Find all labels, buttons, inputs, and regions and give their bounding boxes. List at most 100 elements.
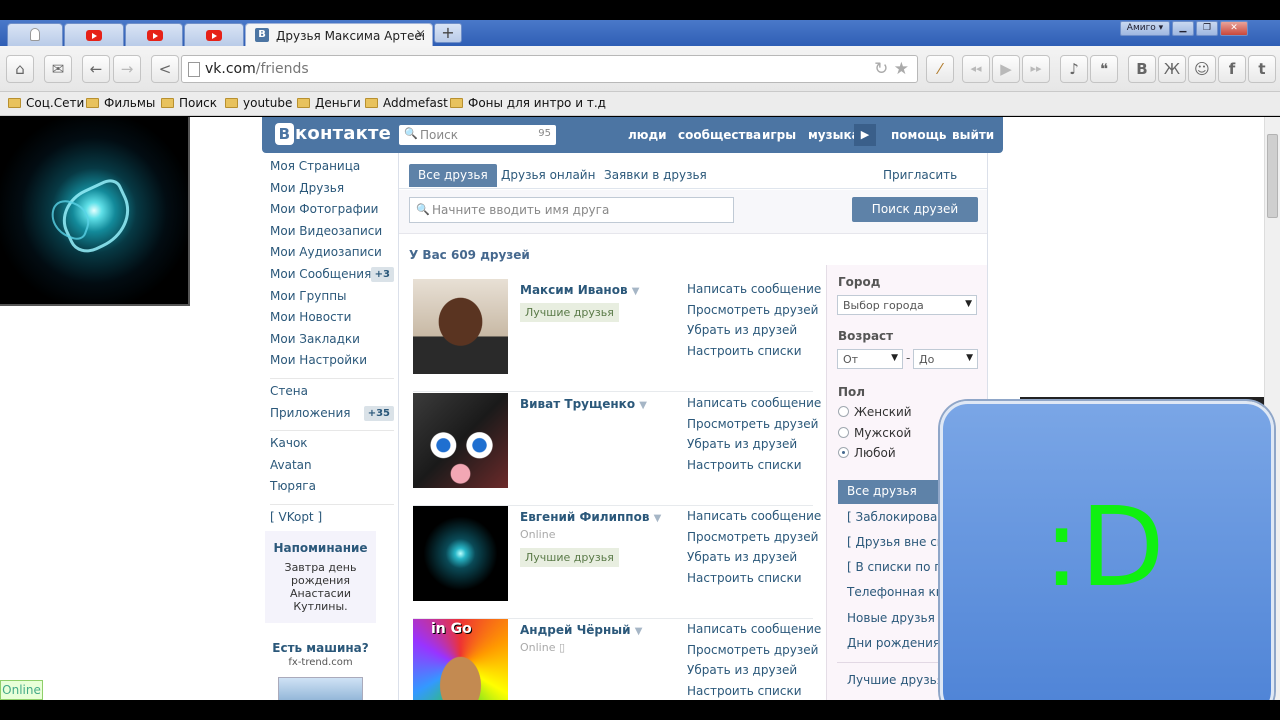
birthday-reminder[interactable]: Напоминание Завтра день рождения Анастас… [265,531,376,623]
tab-ghost[interactable] [7,23,63,46]
share-icon[interactable]: < [151,55,179,83]
menu-apps[interactable]: Приложения +35 [270,405,394,428]
remove-friend-link[interactable]: Убрать из друзей [687,437,821,458]
menu-my-friends[interactable]: Мои Друзья [270,181,394,203]
bookmark-folder[interactable]: Деньги [297,96,361,110]
bookmark-folder[interactable]: Фильмы [86,96,155,110]
close-icon[interactable]: × [415,27,426,42]
nav-help[interactable]: помощь [891,128,946,142]
view-friends-link[interactable]: Просмотреть друзей [687,417,821,438]
nav-music[interactable]: музыка [808,128,860,142]
bookmark-folder[interactable]: youtube [225,96,292,110]
friend-avatar[interactable]: in Go [413,619,508,700]
reload-icon[interactable]: ↻ [874,59,888,79]
list-new-friends[interactable]: Новые друзья [847,611,935,625]
configure-lists-link[interactable]: Настроить списки [687,684,821,700]
fastforward-icon[interactable]: ▸▸ [1022,55,1050,83]
friend-list-label[interactable]: Лучшие друзья [520,303,619,322]
vk-search-input[interactable]: 🔍 Поиск 95 [399,125,556,145]
friend-avatar[interactable] [413,506,508,601]
close-window-icon[interactable]: ✕ [1220,21,1248,36]
scrollbar-thumb[interactable] [1267,134,1278,218]
dropdown-arrow-icon[interactable]: ▼ [639,400,647,411]
chat-icon[interactable]: ❝ [1090,55,1118,83]
mail-icon[interactable]: ✉ [44,55,72,83]
friend-avatar[interactable] [413,279,508,374]
configure-lists-link[interactable]: Настроить списки [687,458,821,479]
dropdown-arrow-icon[interactable]: ▼ [632,286,640,297]
rewind-icon[interactable]: ◂◂ [962,55,990,83]
friend-search-input[interactable]: 🔍 Начните вводить имя друга [409,197,734,223]
configure-lists-link[interactable]: Настроить списки [687,344,821,365]
invite-friend-link[interactable]: Пригласить друга [874,164,987,205]
view-friends-link[interactable]: Просмотреть друзей [687,643,821,664]
remove-friend-link[interactable]: Убрать из друзей [687,323,821,344]
menu-wall[interactable]: Стена [270,384,394,406]
sex-any-radio[interactable]: Любой [838,446,896,460]
menu-vkopt[interactable]: [ VKopt ] [270,510,394,532]
menu-my-bookmarks[interactable]: Мои Закладки [270,332,394,354]
tab-youtube-3[interactable] [184,23,244,46]
dropdown-arrow-icon[interactable]: ▼ [654,513,662,524]
facebook-icon[interactable]: f [1218,55,1246,83]
write-message-link[interactable]: Написать сообщение [687,282,821,303]
menu-my-videos[interactable]: Мои Видеозаписи [270,224,394,246]
tab-all-friends[interactable]: Все друзья [409,164,497,187]
wand-icon[interactable]: ⁄ [926,55,954,83]
home-icon[interactable]: ⌂ [6,55,34,83]
tab-youtube-2[interactable] [125,23,183,46]
list-birthdays[interactable]: Дни рождения [847,636,940,650]
bookmark-folder[interactable]: Addmefast [365,96,448,110]
list-best-friends[interactable]: Лучшие друзья [847,673,944,687]
twitter-icon[interactable]: t [1248,55,1276,83]
forward-icon[interactable]: → [113,55,141,83]
back-icon[interactable]: ← [82,55,110,83]
profile-button[interactable]: Амиго ▾ [1120,21,1170,36]
city-select[interactable]: Выбор города ▼ [837,295,977,315]
music-play-icon[interactable]: ▶ [854,124,876,146]
bookmark-folder[interactable]: Поиск [161,96,217,110]
ad-image[interactable] [278,677,363,700]
write-message-link[interactable]: Написать сообщение [687,396,821,417]
remove-friend-link[interactable]: Убрать из друзей [687,550,821,571]
nav-logout[interactable]: выйти [952,128,994,142]
friend-avatar[interactable] [413,393,508,488]
menu-app-kachok[interactable]: Качок [270,436,394,458]
menu-my-messages[interactable]: Мои Сообщения +3 [270,266,394,289]
minimize-icon[interactable]: ▁ [1172,21,1194,36]
friend-name[interactable]: Евгений Филиппов ▼ [520,510,661,524]
menu-my-photos[interactable]: Мои Фотографии [270,202,394,224]
list-all-friends[interactable]: Все друзья [838,480,948,504]
friend-name[interactable]: Максим Иванов ▼ [520,283,639,297]
star-icon[interactable]: ★ [894,59,909,79]
odnoklassniki-icon[interactable]: Ж [1158,55,1186,83]
friend-name[interactable]: Виват Трущенко ▼ [520,397,647,411]
bookmark-folder[interactable]: Соц.Сети [8,96,84,110]
view-friends-link[interactable]: Просмотреть друзей [687,303,821,324]
view-friends-link[interactable]: Просмотреть друзей [687,530,821,551]
write-message-link[interactable]: Написать сообщение [687,622,821,643]
nav-people[interactable]: люди [628,128,667,142]
vk-share-icon[interactable]: B [1128,55,1156,83]
menu-app-turyaga[interactable]: Тюряга [270,479,394,501]
menu-my-audios[interactable]: Мои Аудиозаписи [270,245,394,267]
remove-friend-link[interactable]: Убрать из друзей [687,663,821,684]
play-icon[interactable]: ▶ [992,55,1020,83]
sex-female-radio[interactable]: Женский [838,405,912,419]
menu-my-groups[interactable]: Мои Группы [270,289,394,311]
bookmark-folder[interactable]: Фоны для интро и т.д [450,96,606,110]
music-icon[interactable]: ♪ [1060,55,1088,83]
age-to-select[interactable]: До ▼ [913,349,978,369]
tab-friend-requests[interactable]: Заявки в друзья [595,164,716,187]
menu-my-page[interactable]: Моя Страница [270,159,394,181]
address-bar[interactable]: vk.com/friends ↻ ★ [181,55,918,83]
nav-communities[interactable]: сообщества [678,128,761,142]
nav-games[interactable]: игры [762,128,796,142]
search-friends-button[interactable]: Поиск друзей [852,197,978,222]
vk-logo[interactable]: Вконтакте [275,123,391,145]
restore-icon[interactable]: ❐ [1196,21,1218,36]
write-message-link[interactable]: Написать сообщение [687,509,821,530]
new-tab-button[interactable]: + [434,23,462,43]
friend-name[interactable]: Андрей Чёрный ▼ [520,623,642,637]
friend-list-label[interactable]: Лучшие друзья [520,548,619,567]
